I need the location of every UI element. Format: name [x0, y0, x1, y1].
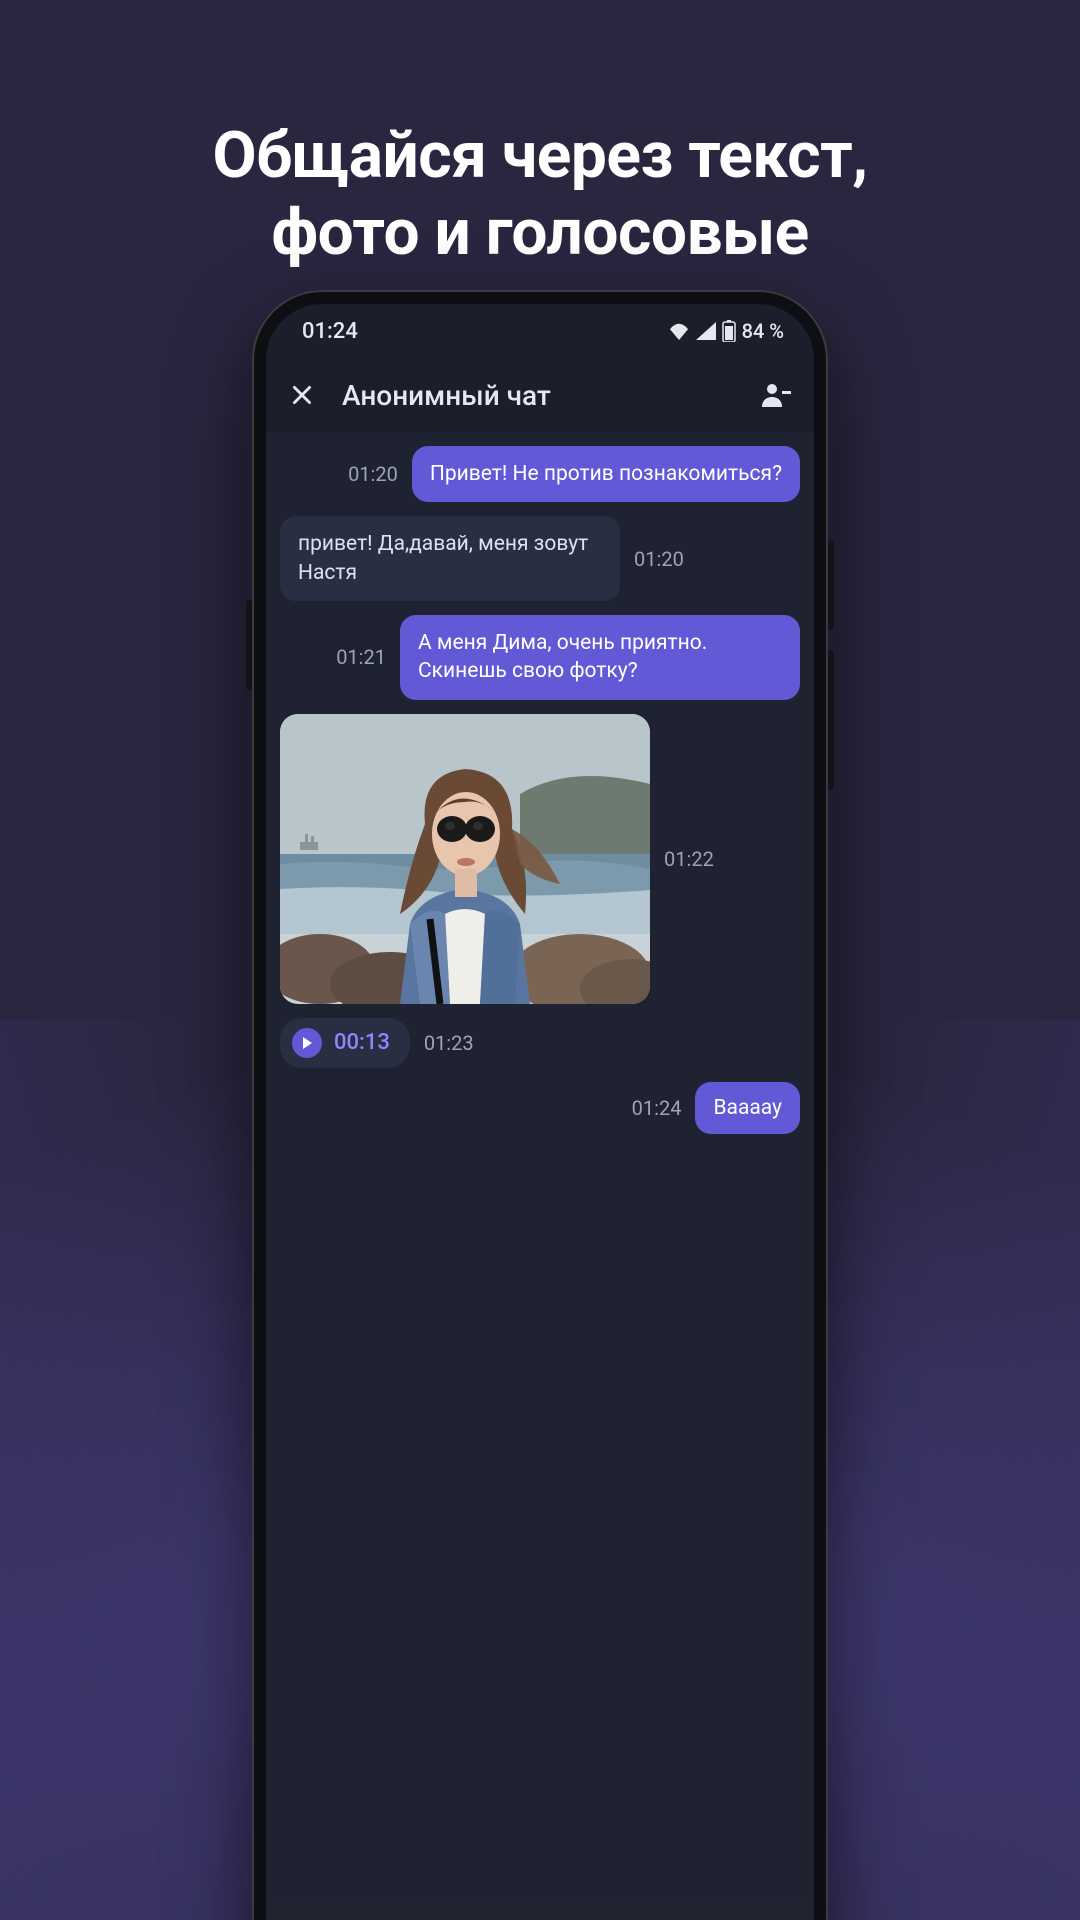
message-time: 01:23	[424, 1031, 474, 1055]
message-row: 00:13 01:23	[280, 1018, 800, 1068]
message-time: 01:20	[348, 462, 398, 486]
message-row: 01:24 Ваааау	[280, 1082, 800, 1134]
message-time: 01:20	[634, 547, 684, 571]
battery-icon	[722, 320, 736, 342]
remove-user-button[interactable]	[756, 375, 796, 415]
message-bubble-sent[interactable]: Ваааау	[695, 1082, 800, 1134]
phone-side-button	[828, 650, 834, 790]
status-battery-percent: 84 %	[742, 319, 784, 343]
message-time: 01:21	[336, 645, 386, 669]
person-remove-icon	[760, 382, 792, 408]
message-time: 01:24	[632, 1096, 682, 1120]
phone-side-button	[828, 540, 834, 630]
message-bubble-sent[interactable]: Привет! Не против познакомиться?	[412, 446, 800, 502]
message-time: 01:22	[664, 847, 714, 871]
message-row: 01:21 А меня Дима, очень приятно. Скинеш…	[280, 615, 800, 700]
status-time: 01:24	[302, 319, 358, 344]
play-button[interactable]	[292, 1028, 322, 1058]
status-bar: 01:24 84 %	[266, 304, 814, 358]
voice-message[interactable]: 00:13	[280, 1018, 410, 1068]
chat-header: Анонимный чат	[266, 358, 814, 432]
signal-icon	[696, 322, 716, 340]
phone-device-frame: 01:24 84 %	[252, 290, 828, 1920]
message-bubble-received[interactable]: привет! Да,давай, меня зовут Настя	[280, 516, 620, 601]
promo-headline: Общайся через текст, фото и голосовые	[0, 0, 1080, 272]
wifi-icon	[668, 322, 690, 340]
play-icon	[300, 1036, 314, 1050]
headline-line-2: фото и голосовые	[271, 195, 808, 270]
close-icon	[289, 382, 315, 408]
message-row: привет! Да,давай, меня зовут Настя 01:20	[280, 516, 800, 601]
chat-title: Анонимный чат	[342, 379, 734, 412]
message-row: 01:20 Привет! Не против познакомиться?	[280, 446, 800, 502]
close-button[interactable]	[284, 377, 320, 413]
message-bubble-sent[interactable]: А меня Дима, очень приятно. Скинешь свою…	[400, 615, 800, 700]
phone-screen: 01:24 84 %	[266, 304, 814, 1920]
message-row: 01:22	[280, 714, 800, 1004]
message-input-bar	[266, 1900, 814, 1920]
photo-message[interactable]	[280, 714, 650, 1004]
headline-line-1: Общайся через текст,	[212, 118, 867, 193]
voice-duration: 00:13	[334, 1030, 390, 1055]
message-list[interactable]: 01:20 Привет! Не против познакомиться? п…	[266, 432, 814, 1900]
